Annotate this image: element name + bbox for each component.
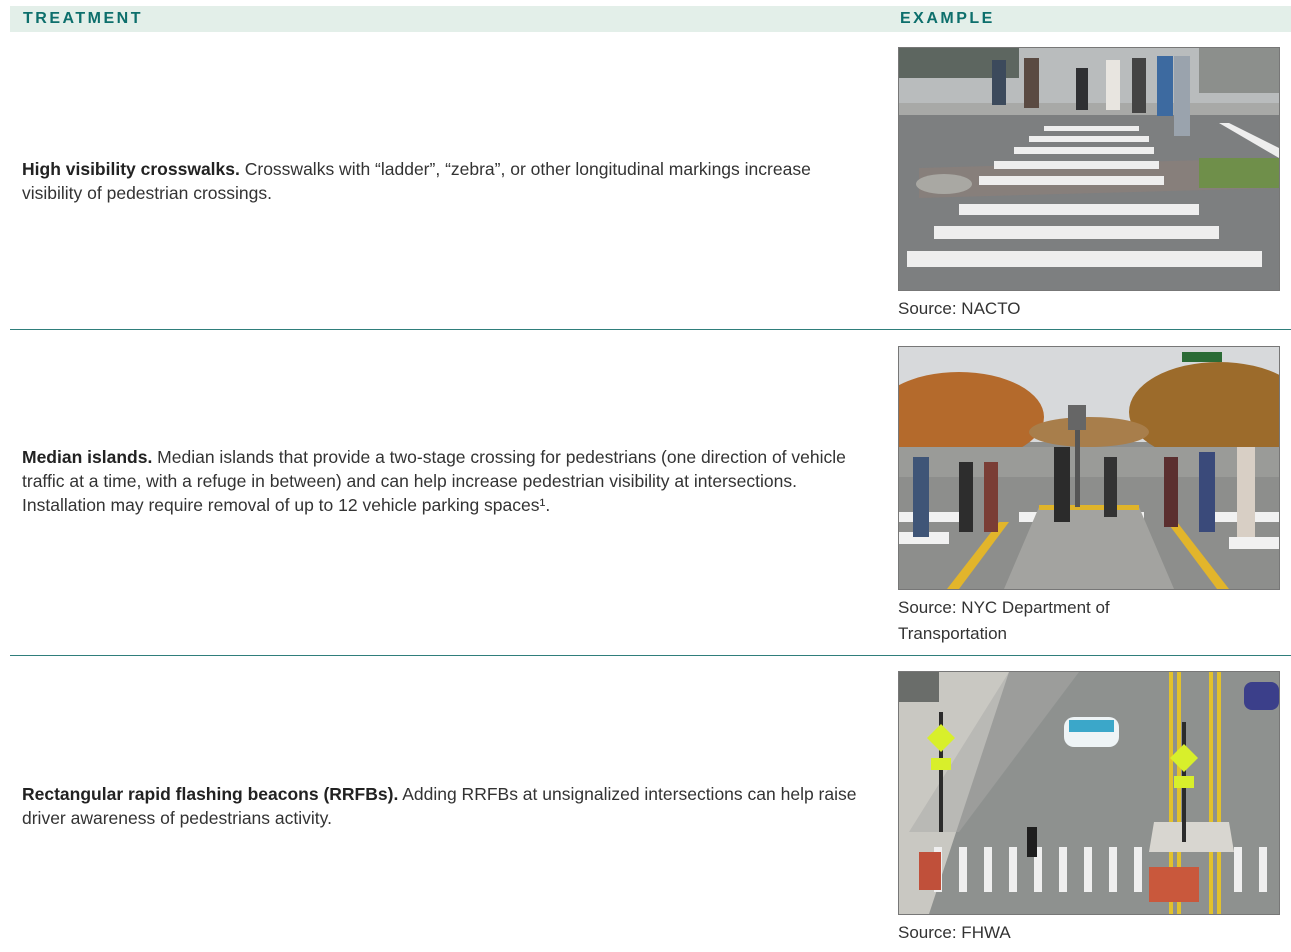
median-island-photo xyxy=(898,346,1280,590)
photo-source: Source: FHWA xyxy=(898,923,1011,942)
row-divider xyxy=(10,329,1291,330)
photo-source: Source: NYC Department of Transportation xyxy=(898,598,1110,643)
treatment-description: Rectangular rapid flashing beacons (RRFB… xyxy=(22,782,872,830)
rrfb-photo xyxy=(898,671,1280,915)
treatment-title: Median islands. xyxy=(22,447,153,467)
row-divider xyxy=(10,655,1291,656)
treatment-title: High visibility crosswalks. xyxy=(22,159,240,179)
treatment-description: Median islands. Median islands that prov… xyxy=(22,445,872,517)
treatment-title: Rectangular rapid flashing beacons (RRFB… xyxy=(22,784,399,804)
table-header: TREATMENT EXAMPLE xyxy=(10,6,1291,32)
example-column-header: EXAMPLE xyxy=(900,10,995,27)
treatment-description: High visibility crosswalks. Crosswalks w… xyxy=(22,157,872,205)
treatment-column-header: TREATMENT xyxy=(23,10,143,27)
crosswalk-photo xyxy=(898,47,1280,291)
photo-source: Source: NACTO xyxy=(898,299,1021,318)
